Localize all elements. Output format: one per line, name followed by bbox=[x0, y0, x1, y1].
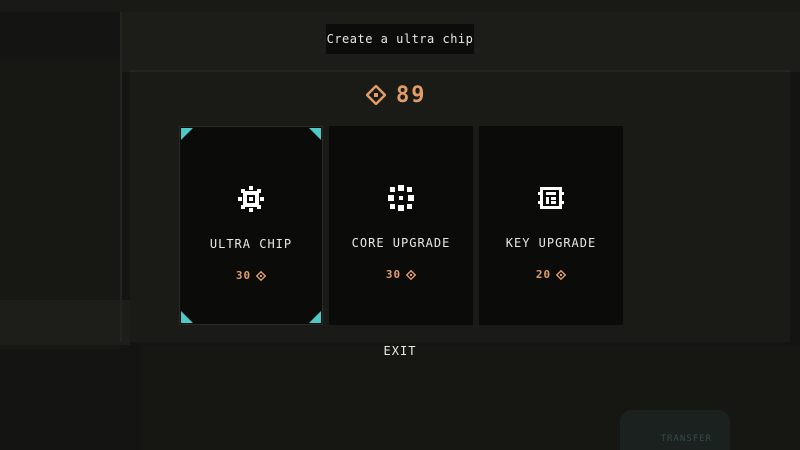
price-value: 30 bbox=[235, 269, 252, 282]
background-pipe bbox=[120, 12, 122, 342]
diamond-coin-icon bbox=[256, 270, 267, 281]
shop-card-key-upgrade[interactable]: KEY UPGRADE 20 bbox=[479, 126, 623, 325]
background-wall bbox=[0, 0, 800, 12]
exit-button[interactable]: EXIT bbox=[360, 340, 440, 362]
card-price: 20 bbox=[479, 268, 623, 281]
card-title: KEY UPGRADE bbox=[505, 236, 597, 250]
background-sign: TRANSFER bbox=[660, 434, 712, 444]
selection-corner-icon bbox=[181, 311, 193, 323]
diamond-coin-icon bbox=[406, 269, 417, 280]
diamond-coin-icon bbox=[366, 85, 386, 105]
dialog-title-box: Create a ultra chip bbox=[326, 24, 474, 54]
card-price: 30 bbox=[329, 268, 473, 281]
price-value: 20 bbox=[535, 268, 552, 281]
selection-corner-icon bbox=[309, 311, 321, 323]
game-scene: TRANSFER Create a ultra chip 89 ULTRA CH… bbox=[0, 0, 800, 450]
key-chip-icon bbox=[537, 184, 565, 212]
shop-card-ultra-chip[interactable]: ULTRA CHIP 30 bbox=[179, 126, 323, 325]
price-value: 30 bbox=[385, 268, 402, 281]
card-price: 30 bbox=[180, 269, 322, 282]
background-ledge bbox=[0, 300, 130, 345]
background-pipe bbox=[130, 70, 790, 72]
background-transfer-machine bbox=[620, 410, 730, 450]
diamond-coin-icon bbox=[556, 269, 567, 280]
currency-amount: 89 bbox=[396, 82, 427, 108]
gear-chip-icon bbox=[237, 185, 265, 213]
dialog-title: Create a ultra chip bbox=[326, 32, 474, 46]
card-title: CORE UPGRADE bbox=[351, 236, 451, 250]
shop-card-core-upgrade[interactable]: CORE UPGRADE 30 bbox=[329, 126, 473, 325]
core-burst-icon bbox=[387, 184, 415, 212]
selection-corner-icon bbox=[309, 128, 321, 140]
card-title: ULTRA CHIP bbox=[209, 237, 293, 251]
selection-corner-icon bbox=[181, 128, 193, 140]
currency-display: 89 bbox=[366, 80, 427, 110]
